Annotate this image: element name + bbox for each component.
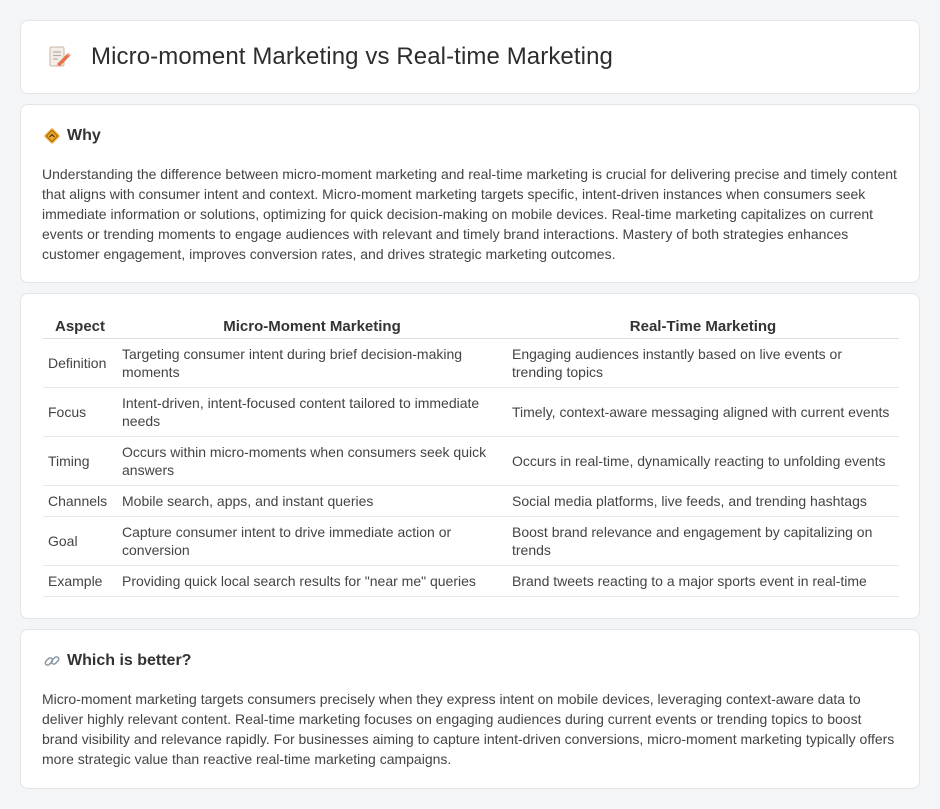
row-micro-moment: Targeting consumer intent during brief d…	[117, 338, 507, 388]
row-micro-moment: Occurs within micro-moments when consume…	[117, 436, 507, 486]
why-text: Understanding the difference between mic…	[42, 166, 897, 262]
row-real-time: Social media platforms, live feeds, and …	[507, 485, 899, 517]
diamond-sign-icon	[44, 128, 60, 144]
which-is-better-heading: Which is better?	[43, 652, 191, 670]
row-real-time: Engaging audiences instantly based on li…	[507, 338, 899, 388]
which-is-better-text: Micro-moment marketing targets consumers…	[42, 691, 895, 767]
table-row: Example Providing quick local search res…	[43, 565, 899, 597]
table-row: Definition Targeting consumer intent dur…	[43, 338, 899, 388]
row-aspect: Focus	[43, 387, 117, 437]
why-heading-label: Why	[67, 127, 101, 144]
why-section: Why Understanding the difference between…	[20, 104, 920, 283]
row-micro-moment: Intent-driven, intent-focused content ta…	[117, 387, 507, 437]
page-title: Micro-moment Marketing vs Real-time Mark…	[91, 43, 613, 70]
row-micro-moment: Providing quick local search results for…	[117, 565, 507, 597]
header-micro-moment: Micro-Moment Marketing	[117, 316, 507, 339]
row-aspect: Example	[43, 565, 117, 597]
comparison-table: Aspect Micro-Moment Marketing Real-Time …	[43, 316, 899, 597]
table-row: Channels Mobile search, apps, and instan…	[43, 485, 899, 517]
header-real-time: Real-Time Marketing	[507, 316, 899, 339]
link-icon	[44, 656, 60, 666]
header-aspect: Aspect	[43, 316, 117, 339]
row-real-time: Boost brand relevance and engagement by …	[507, 516, 899, 566]
why-heading: Why	[43, 127, 101, 145]
row-micro-moment: Mobile search, apps, and instant queries	[117, 485, 507, 517]
title-card: Micro-moment Marketing vs Real-time Mark…	[20, 20, 920, 94]
row-real-time: Timely, context-aware messaging aligned …	[507, 387, 899, 437]
table-header-row: Aspect Micro-Moment Marketing Real-Time …	[43, 316, 899, 339]
row-aspect: Channels	[43, 485, 117, 517]
row-aspect: Definition	[43, 338, 117, 388]
row-real-time: Brand tweets reacting to a major sports …	[507, 565, 899, 597]
row-micro-moment: Capture consumer intent to drive immedia…	[117, 516, 507, 566]
table-row: Focus Intent-driven, intent-focused cont…	[43, 387, 899, 437]
table-row: Goal Capture consumer intent to drive im…	[43, 516, 899, 566]
which-is-better-section: Which is better? Micro-moment marketing …	[20, 629, 920, 789]
row-aspect: Timing	[43, 436, 117, 486]
table-row: Timing Occurs within micro-moments when …	[43, 436, 899, 486]
comparison-section: Aspect Micro-Moment Marketing Real-Time …	[20, 293, 920, 619]
document-pencil-icon	[49, 46, 71, 67]
row-aspect: Goal	[43, 516, 117, 566]
row-real-time: Occurs in real-time, dynamically reactin…	[507, 436, 899, 486]
which-is-better-label: Which is better?	[67, 652, 192, 669]
